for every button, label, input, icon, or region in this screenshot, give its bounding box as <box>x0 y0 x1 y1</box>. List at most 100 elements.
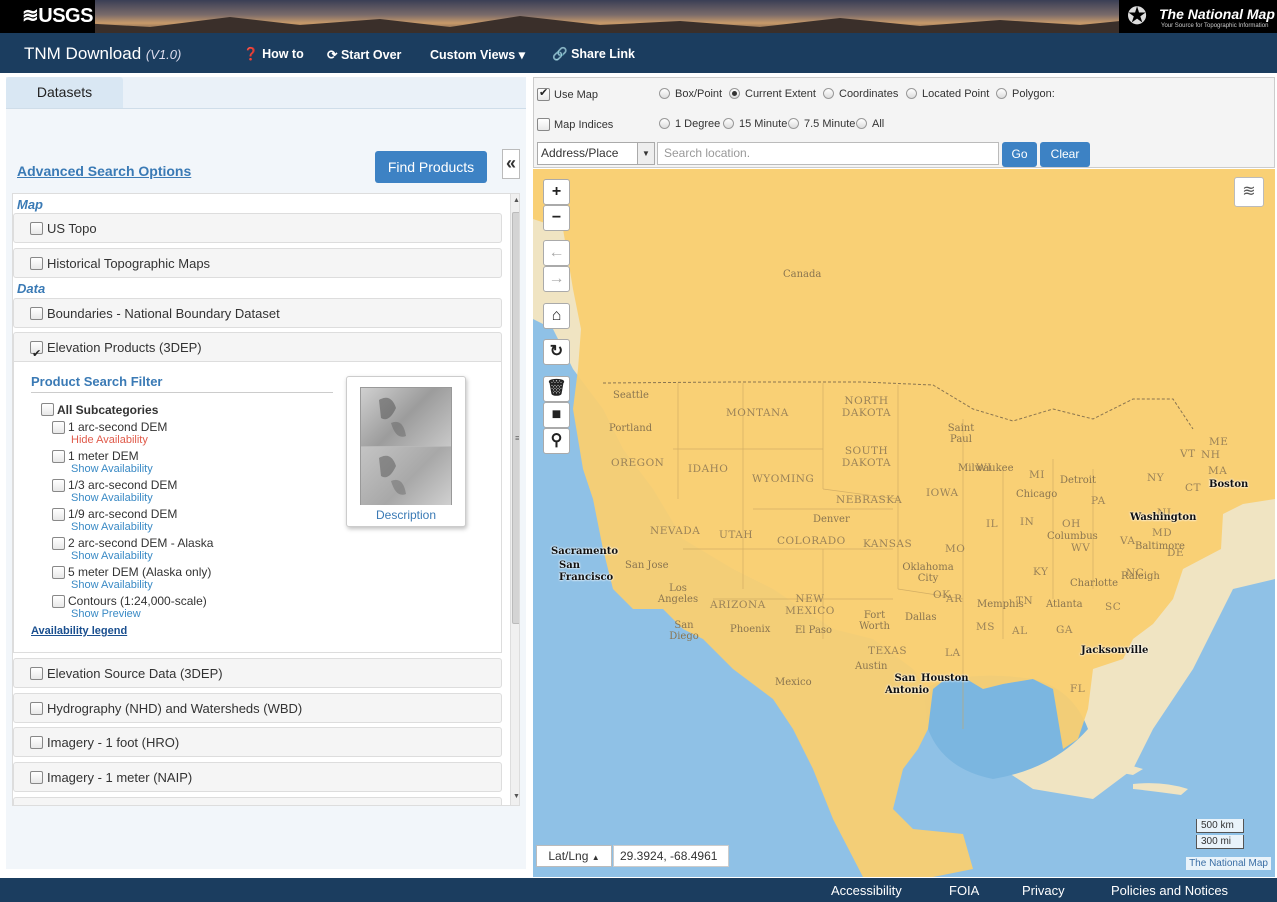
availability-legend-link[interactable]: Availability legend <box>31 625 127 637</box>
coordinate-format-toggle[interactable]: Lat/Lng ▲ <box>536 845 612 867</box>
draw-box-button[interactable]: ■ <box>543 402 570 428</box>
zoom-in-button[interactable]: + <box>543 179 570 205</box>
radio-current-extent[interactable]: Current Extent <box>729 88 816 100</box>
footer: Accessibility FOIA Privacy Policies and … <box>0 878 1277 902</box>
address-place-select[interactable]: Address/Place ▼ <box>537 142 655 165</box>
radio-1-degree[interactable]: 1 Degree <box>659 118 720 130</box>
boundaries-checkbox[interactable] <box>30 307 43 320</box>
scroll-up-icon[interactable]: ▲ <box>513 197 519 204</box>
zoom-out-button[interactable]: − <box>543 205 570 231</box>
dataset-imagery-hro[interactable]: Imagery - 1 foot (HRO) <box>13 727 502 757</box>
map-label-state: WYOMING <box>752 473 815 485</box>
subitem-checkbox[interactable] <box>52 537 65 550</box>
map-label-city: Jacksonville <box>1081 645 1149 656</box>
elevation-source-checkbox[interactable] <box>30 667 43 680</box>
tnm-logo[interactable]: ✪ The National Map Your Source for Topog… <box>1119 0 1277 33</box>
map-indices-option[interactable]: Map Indices <box>537 118 613 131</box>
imagery-naip-checkbox[interactable] <box>30 771 43 784</box>
scroll-thumb[interactable]: ≡ <box>512 212 519 624</box>
description-card[interactable]: Description <box>346 376 466 527</box>
preview-toggle[interactable]: Show Preview <box>71 608 141 620</box>
radio-coordinates[interactable]: Coordinates <box>823 88 898 100</box>
radio-polygon[interactable]: Polygon: <box>996 88 1055 100</box>
home-button[interactable]: ⌂ <box>543 303 570 329</box>
footer-foia-link[interactable]: FOIA <box>949 883 979 898</box>
dataset-boundaries[interactable]: Boundaries - National Boundary Dataset <box>13 298 502 328</box>
elevation-checkbox[interactable] <box>30 339 43 369</box>
radio-located-point[interactable]: Located Point <box>906 88 989 100</box>
footer-privacy-link[interactable]: Privacy <box>1022 883 1065 898</box>
advanced-search-link[interactable]: Advanced Search Options <box>17 163 191 179</box>
footer-policies-link[interactable]: Policies and Notices <box>1111 883 1228 898</box>
availability-toggle[interactable]: Show Availability <box>71 521 153 533</box>
dataset-elevation[interactable]: Elevation Products (3DEP) <box>13 332 502 369</box>
all-subcategories-checkbox[interactable] <box>41 403 54 416</box>
radio-box-point[interactable]: Box/Point <box>659 88 722 100</box>
all-subcategories[interactable]: All Subcategories <box>41 403 158 417</box>
dataset-imagery-naip[interactable]: Imagery - 1 meter (NAIP) <box>13 762 502 792</box>
app-title: TNM Download (V1.0) <box>24 44 182 63</box>
dataset-historical[interactable]: Historical Topographic Maps <box>13 248 502 278</box>
radio-all[interactable]: All <box>856 118 884 130</box>
map-label-state: OH <box>1062 518 1081 530</box>
availability-toggle[interactable]: Show Availability <box>71 492 153 504</box>
delete-button[interactable]: 🗑 <box>543 376 570 402</box>
subitem-checkbox[interactable] <box>52 508 65 521</box>
map-indices-checkbox[interactable] <box>537 118 550 131</box>
hydrography-checkbox[interactable] <box>30 702 43 715</box>
dataset-us-topo[interactable]: US Topo <box>13 213 502 243</box>
refresh-map-button[interactable]: ↻ <box>543 339 570 365</box>
footer-accessibility-link[interactable]: Accessibility <box>831 883 902 898</box>
search-location-input[interactable]: Search location. <box>657 142 999 165</box>
caret-up-icon: ▲ <box>591 853 600 862</box>
dataset-list: Map US Topo Historical Topographic Maps … <box>12 193 520 806</box>
dataset-elevation-source[interactable]: Elevation Source Data (3DEP) <box>13 658 502 688</box>
historical-checkbox[interactable] <box>30 257 43 270</box>
tab-datasets[interactable]: Datasets <box>6 77 123 108</box>
forward-extent-button[interactable]: → <box>543 266 570 292</box>
start-over-link[interactable]: ⟳ Start Over <box>327 47 401 62</box>
availability-toggle[interactable]: Hide Availability <box>71 434 148 446</box>
clear-button[interactable]: Clear <box>1040 142 1090 167</box>
subitem-checkbox[interactable] <box>52 450 65 463</box>
how-to-link[interactable]: ❓ How to <box>243 47 304 62</box>
radio-15-minute[interactable]: 15 Minute <box>723 118 787 130</box>
collapse-panel-button[interactable]: « <box>502 149 520 179</box>
availability-toggle[interactable]: Show Availability <box>71 579 153 591</box>
radio-icon <box>906 88 917 99</box>
subitem-checkbox[interactable] <box>52 421 65 434</box>
map-label-city: Phoenix <box>730 624 771 635</box>
find-products-button[interactable]: Find Products <box>375 151 487 183</box>
layers-button[interactable]: ≋ <box>1234 177 1264 207</box>
description-link[interactable]: Description <box>347 508 465 522</box>
section-data: Data <box>17 281 46 296</box>
map-canvas[interactable] <box>533 169 1275 877</box>
list-scrollbar[interactable]: ▲ ≡ ▼ <box>510 194 519 805</box>
usgs-logo[interactable]: ≋USGS <box>0 0 95 33</box>
availability-toggle[interactable]: Show Availability <box>71 463 153 475</box>
go-button[interactable]: Go <box>1002 142 1037 167</box>
map-view[interactable]: + − ← → ⌂ ↻ 🗑 ■ ⚲ ≋ Canada Mexico MONTAN… <box>533 169 1275 877</box>
subitem-checkbox[interactable] <box>52 566 65 579</box>
custom-views-menu[interactable]: Custom Views ▾ <box>430 47 525 62</box>
subitem-checkbox[interactable] <box>52 595 65 608</box>
map-attribution[interactable]: The National Map <box>1186 857 1271 870</box>
us-topo-checkbox[interactable] <box>30 222 43 235</box>
datasets-panel: Advanced Search Options Find Products « … <box>6 108 526 869</box>
question-icon: ❓ <box>243 47 259 61</box>
availability-toggle[interactable]: Show Availability <box>71 550 153 562</box>
dataset-more[interactable] <box>13 797 502 805</box>
map-label-city: Los Angeles <box>657 583 699 605</box>
radio-7-5-minute[interactable]: 7.5 Minute <box>788 118 855 130</box>
map-label-city: El Paso <box>795 625 833 636</box>
dataset-hydrography[interactable]: Hydrography (NHD) and Watersheds (WBD) <box>13 693 502 723</box>
imagery-hro-checkbox[interactable] <box>30 736 43 749</box>
use-map-option[interactable]: Use Map <box>537 86 598 101</box>
scroll-down-icon[interactable]: ▼ <box>513 793 519 800</box>
share-link[interactable]: 🔗 Share Link <box>552 47 635 62</box>
locate-point-button[interactable]: ⚲ <box>543 428 570 454</box>
back-extent-button[interactable]: ← <box>543 240 570 266</box>
subitem-checkbox[interactable] <box>52 479 65 492</box>
use-map-checkbox[interactable] <box>537 86 550 101</box>
coordinate-readout: 29.3924, -68.4961 <box>613 845 729 867</box>
